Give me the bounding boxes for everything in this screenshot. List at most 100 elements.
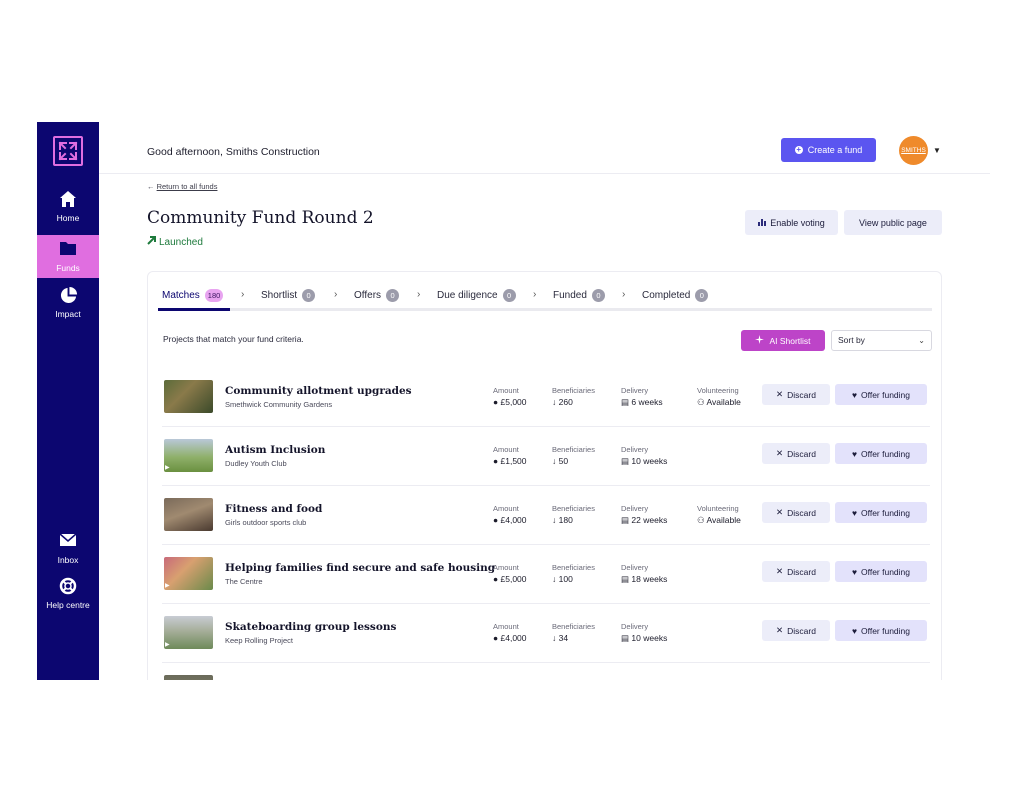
- tab-label: Funded: [553, 290, 587, 301]
- discard-label: Discard: [787, 566, 816, 577]
- create-fund-button[interactable]: + Create a fund: [781, 138, 876, 162]
- calendar-icon: ▤: [621, 456, 630, 466]
- beneficiaries-field: Beneficiaries ↓ 50: [552, 445, 595, 466]
- avatar[interactable]: SMITHS: [899, 136, 928, 165]
- volunteering-value: Available: [706, 515, 741, 525]
- sidebar-item-home[interactable]: Home: [37, 190, 99, 232]
- sidebar-item-inbox[interactable]: Inbox: [37, 532, 99, 574]
- discard-button[interactable]: ✕ Discard: [762, 561, 830, 582]
- offer-label: Offer funding: [861, 507, 911, 518]
- amount-label: Amount: [493, 622, 519, 631]
- project-title[interactable]: Skateboarding group lessons: [225, 621, 396, 633]
- offer-label: Offer funding: [861, 625, 911, 636]
- arrow-down-icon: ↓: [552, 633, 557, 643]
- close-icon: ✕: [776, 448, 784, 458]
- offer-funding-button[interactable]: ♥ Offer funding: [835, 384, 927, 405]
- list-item[interactable]: ▶ Skateboarding group lessons Keep Rolli…: [162, 604, 930, 663]
- discard-button[interactable]: ✕ Discard: [762, 443, 830, 464]
- brand-logo[interactable]: [53, 136, 83, 166]
- project-thumbnail[interactable]: ▶: [164, 439, 213, 472]
- app-window: Home Funds Impact Inbox Help centre Good…: [37, 122, 990, 680]
- offer-funding-button[interactable]: ♥ Offer funding: [835, 443, 927, 464]
- sparkle-icon: [755, 335, 765, 346]
- enable-voting-button[interactable]: Enable voting: [745, 210, 838, 235]
- project-thumbnail[interactable]: ▶: [164, 616, 213, 649]
- tab-count-badge: 0: [386, 289, 400, 302]
- heart-icon: ♥: [851, 566, 858, 577]
- tab-label: Offers: [354, 290, 382, 301]
- beneficiaries-field: Beneficiaries ↓ 100: [552, 563, 595, 584]
- project-title[interactable]: Autism Inclusion: [225, 444, 325, 456]
- sort-select[interactable]: Sort by ⌄: [831, 330, 932, 351]
- list-item[interactable]: ▶ Helping families find secure and safe …: [162, 545, 930, 604]
- tab-count-badge: 0: [302, 289, 316, 302]
- project-organisation: Smethwick Community Gardens: [225, 400, 333, 409]
- sidebar-item-funds[interactable]: Funds: [37, 235, 99, 278]
- discard-label: Discard: [787, 389, 816, 400]
- sidebar-item-label: Funds: [56, 263, 80, 273]
- list-item[interactable]: Fitness and food Girls outdoor sports cl…: [162, 486, 930, 545]
- chevron-down-icon: ⌄: [918, 336, 925, 345]
- project-title[interactable]: Fitness and food: [225, 503, 322, 515]
- heart-icon: ♥: [851, 389, 858, 400]
- calendar-icon: ▤: [621, 574, 630, 584]
- beneficiaries-field: Beneficiaries ↓ 260: [552, 386, 595, 407]
- delivery-label: Delivery: [621, 504, 649, 513]
- sidebar-item-label: Help centre: [46, 600, 90, 610]
- delivery-value: 18 weeks: [631, 574, 668, 584]
- arrow-up-right-icon: [147, 236, 156, 248]
- amount-field: Amount ● £5,000: [493, 563, 527, 584]
- delivery-value: 22 weeks: [631, 515, 668, 525]
- project-thumbnail[interactable]: [164, 675, 213, 680]
- volunteering-label: Volunteering: [697, 386, 739, 395]
- create-fund-label: Create a fund: [807, 145, 863, 155]
- discard-button[interactable]: ✕ Discard: [762, 620, 830, 641]
- list-item[interactable]: [162, 663, 930, 680]
- coins-icon: ●: [493, 515, 499, 525]
- tab-offers[interactable]: Offers 0: [354, 289, 400, 302]
- project-title[interactable]: Helping families find secure and safe ho…: [225, 562, 495, 574]
- project-thumbnail[interactable]: [164, 380, 213, 413]
- coins-icon: ●: [493, 633, 499, 643]
- discard-button[interactable]: ✕ Discard: [762, 502, 830, 523]
- offer-funding-button[interactable]: ♥ Offer funding: [835, 502, 927, 523]
- list-item[interactable]: ▶ Autism Inclusion Dudley Youth Club Amo…: [162, 427, 930, 486]
- delivery-field: Delivery ▤ 22 weeks: [621, 504, 667, 526]
- coins-icon: ●: [493, 397, 499, 407]
- tab-completed[interactable]: Completed 0: [642, 289, 709, 302]
- tab-track: [162, 308, 932, 311]
- amount-label: Amount: [493, 504, 519, 513]
- tab-shortlist[interactable]: Shortlist 0: [261, 289, 316, 302]
- list-item[interactable]: Community allotment upgrades Smethwick C…: [162, 368, 930, 427]
- chevron-right-icon: ›: [533, 289, 537, 300]
- tab-label: Matches: [162, 290, 200, 301]
- volunteering-value: Available: [706, 397, 741, 407]
- project-thumbnail[interactable]: [164, 498, 213, 531]
- project-organisation: Keep Rolling Project: [225, 636, 293, 645]
- caret-down-icon[interactable]: ▼: [933, 146, 941, 155]
- bar-chart-icon: [758, 218, 767, 228]
- project-thumbnail[interactable]: ▶: [164, 557, 213, 590]
- tab-due-diligence[interactable]: Due diligence 0: [437, 289, 516, 302]
- sidebar-item-impact[interactable]: Impact: [37, 286, 99, 328]
- offer-funding-button[interactable]: ♥ Offer funding: [835, 620, 927, 641]
- coins-icon: ●: [493, 574, 499, 584]
- offer-funding-button[interactable]: ♥ Offer funding: [835, 561, 927, 582]
- tab-funded[interactable]: Funded 0: [553, 289, 605, 302]
- tab-count-badge: 0: [695, 289, 709, 302]
- tab-matches[interactable]: Matches 180: [162, 289, 224, 302]
- beneficiaries-value: 50: [558, 456, 569, 466]
- volunteering-field: Volunteering ⚇ Available: [697, 504, 741, 526]
- arrow-down-icon: ↓: [552, 574, 557, 584]
- beneficiaries-value: 100: [558, 574, 573, 584]
- play-icon: ▶: [165, 642, 170, 648]
- delivery-field: Delivery ▤ 6 weeks: [621, 386, 663, 408]
- sidebar-item-help-centre[interactable]: Help centre: [37, 577, 99, 619]
- ai-shortlist-button[interactable]: AI Shortlist: [741, 330, 825, 351]
- back-link[interactable]: ← Return to all funds: [147, 182, 217, 191]
- tab-label: Due diligence: [437, 290, 498, 301]
- discard-button[interactable]: ✕ Discard: [762, 384, 830, 405]
- view-public-page-button[interactable]: View public page: [844, 210, 942, 235]
- folder-icon: [37, 240, 99, 260]
- project-title[interactable]: Community allotment upgrades: [225, 385, 412, 397]
